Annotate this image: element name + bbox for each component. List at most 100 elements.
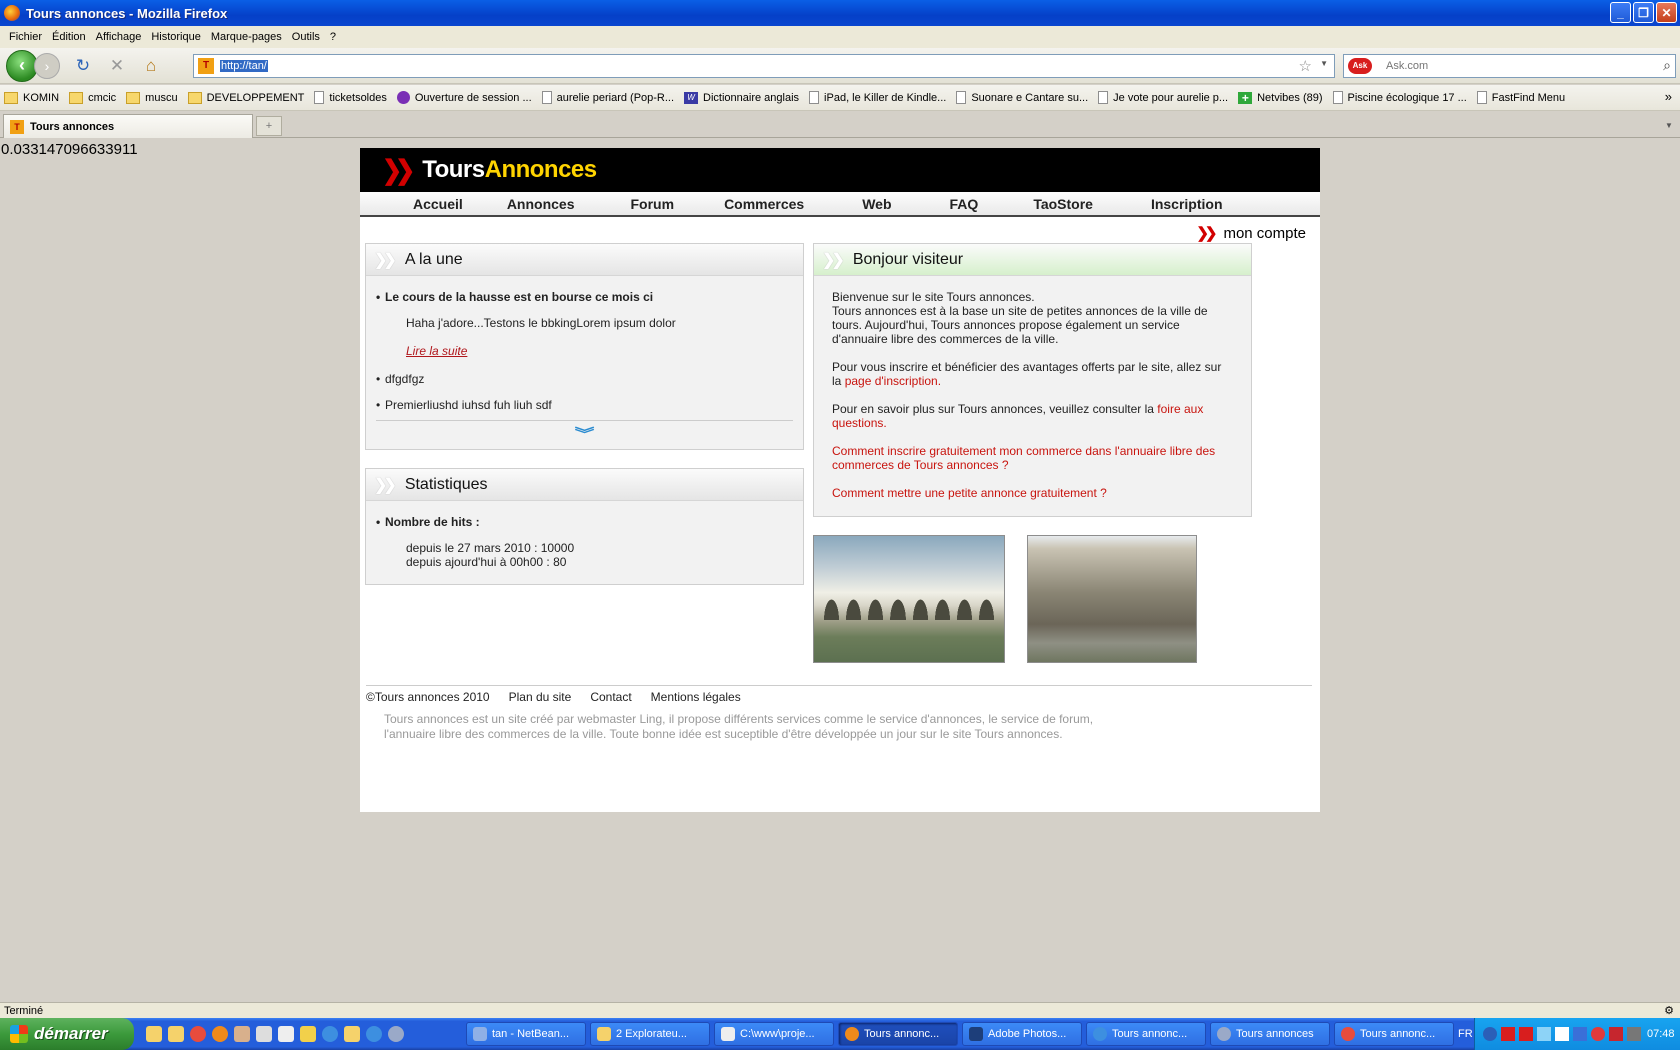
home-icon[interactable]: ⌂ [140, 55, 162, 77]
bookmark-item[interactable]: DEVELOPPEMENT [187, 91, 304, 104]
new-tab-button[interactable]: + [256, 116, 282, 136]
search-input[interactable] [1386, 60, 1656, 72]
bookmark-item[interactable]: KOMIN [4, 91, 59, 104]
bookmark-item[interactable]: cmcic [69, 91, 116, 104]
folder-icon[interactable] [168, 1026, 184, 1042]
post-ad-link[interactable]: Comment mettre une petite annonce gratui… [832, 486, 1107, 500]
app-icon[interactable] [256, 1026, 272, 1042]
taskbar-firefox[interactable]: Tours annonc... [838, 1022, 958, 1046]
ati-icon[interactable] [1501, 1027, 1515, 1041]
bookmark-item[interactable]: Ouverture de session ... [396, 91, 532, 104]
taskbar-notepad[interactable]: C:\www\proje... [714, 1022, 834, 1046]
language-indicator[interactable]: FR [1458, 1028, 1473, 1040]
nav-forum[interactable]: Forum [631, 196, 675, 212]
bookmark-item[interactable]: iPad, le Killer de Kindle... [809, 91, 946, 104]
site-favicon: T [10, 119, 24, 134]
folder-icon[interactable] [344, 1026, 360, 1042]
taskbar-ie[interactable]: Tours annonc... [1086, 1022, 1206, 1046]
expand-chevron-icon[interactable]: ︾ [293, 424, 877, 444]
firefox-icon[interactable] [212, 1026, 228, 1042]
ie-icon[interactable] [322, 1026, 338, 1042]
globe-icon[interactable] [388, 1026, 404, 1042]
page-viewport: 0.033147096633911 ❯❯ ToursAnnonces Accue… [0, 139, 1680, 1003]
bookmark-star-icon[interactable]: ☆ [1299, 57, 1312, 75]
url-bar[interactable]: T http://tan/ ☆ ▼ [193, 54, 1335, 78]
url-text[interactable]: http://tan/ [220, 60, 268, 72]
nav-inscription[interactable]: Inscription [1151, 196, 1223, 212]
taskbar-browser[interactable]: Tours annonces [1210, 1022, 1330, 1046]
register-page-link[interactable]: page d'inscription. [845, 374, 941, 388]
menu-outils[interactable]: Outils [292, 31, 320, 43]
stop-icon[interactable]: ✕ [106, 55, 128, 77]
addon-gear-icon[interactable]: ⚙ [1664, 1003, 1674, 1019]
close-button[interactable]: ✕ [1656, 2, 1677, 23]
url-dropdown-icon[interactable]: ▼ [1320, 59, 1328, 68]
reload-icon[interactable]: ↻ [72, 55, 94, 77]
menu-affichage[interactable]: Affichage [96, 31, 142, 43]
menu-edition[interactable]: Édition [52, 31, 86, 43]
user-icon[interactable] [234, 1026, 250, 1042]
adobe-icon[interactable] [1609, 1027, 1623, 1041]
maximize-button[interactable]: ❐ [1633, 2, 1654, 23]
nav-faq[interactable]: FAQ [950, 196, 979, 212]
security-icon[interactable] [1573, 1027, 1587, 1041]
app-icon[interactable] [300, 1026, 316, 1042]
menu-marque-pages[interactable]: Marque-pages [211, 31, 282, 43]
tab-tours-annonces[interactable]: T Tours annonces [3, 114, 253, 138]
taskbar-photoshop[interactable]: Adobe Photos... [962, 1022, 1082, 1046]
news-item[interactable]: dfgdfgz [376, 372, 793, 386]
ati-icon[interactable] [1519, 1027, 1533, 1041]
read-more-link[interactable]: Lire la suite [406, 344, 467, 358]
site-header: ❯❯ ToursAnnonces [360, 148, 1320, 192]
bookmark-item[interactable]: Piscine écologique 17 ... [1332, 91, 1467, 104]
site-logo[interactable]: ToursAnnonces [422, 156, 597, 184]
bookmark-item[interactable]: ticketsoldes [314, 91, 387, 104]
menu-fichier[interactable]: Fichier [9, 31, 42, 43]
network-icon[interactable] [1537, 1027, 1551, 1041]
globe-icon [1217, 1027, 1231, 1041]
yahoo-icon [396, 91, 410, 104]
bookmark-item[interactable]: Je vote pour aurelie p... [1098, 91, 1228, 104]
bookmark-item[interactable]: W Dictionnaire anglais [684, 91, 799, 104]
minimize-button[interactable]: _ [1610, 2, 1631, 23]
nav-taostore[interactable]: TaoStore [1033, 196, 1093, 212]
nav-annonces[interactable]: Annonces [507, 196, 575, 212]
account-link[interactable]: ❯❯ mon compte [1196, 224, 1306, 243]
bookmark-item[interactable]: + Netvibes (89) [1238, 91, 1323, 104]
antivirus-icon[interactable] [1591, 1027, 1605, 1041]
ask-engine-icon[interactable]: Ask [1348, 58, 1372, 74]
start-button[interactable]: démarrer [0, 1018, 134, 1050]
news-item[interactable]: Premierliushd iuhsd fuh liuh sdf [376, 398, 793, 412]
search-bar[interactable]: Ask ⌕ [1343, 54, 1676, 78]
footer-legal-link[interactable]: Mentions légales [651, 690, 741, 704]
forward-button[interactable]: › [34, 52, 60, 79]
bookmarks-overflow-icon[interactable]: » [1665, 89, 1672, 104]
shield-icon[interactable] [1555, 1027, 1569, 1041]
register-shop-link[interactable]: Comment inscrire gratuitement mon commer… [832, 444, 1215, 472]
volume-icon[interactable] [1627, 1027, 1641, 1041]
taskbar-explorer[interactable]: 2 Explorateu... [590, 1022, 710, 1046]
folder-icon[interactable] [146, 1026, 162, 1042]
search-icon[interactable]: ⌕ [1663, 57, 1671, 74]
bookmark-item[interactable]: Suonare e Cantare su... [956, 91, 1088, 104]
menu-help[interactable]: ? [330, 31, 336, 43]
notepad-icon[interactable] [278, 1026, 294, 1042]
bookmark-item[interactable]: aurelie periard (Pop-R... [541, 91, 674, 104]
tray-arrow-icon[interactable] [1483, 1027, 1497, 1041]
folder-icon [4, 91, 18, 104]
nav-commerces[interactable]: Commerces [724, 196, 804, 212]
nav-web[interactable]: Web [862, 196, 891, 212]
footer-contact-link[interactable]: Contact [590, 690, 631, 704]
taskbar-chrome[interactable]: Tours annonc... [1334, 1022, 1454, 1046]
menu-historique[interactable]: Historique [151, 31, 201, 43]
ie-icon [1093, 1027, 1107, 1041]
bookmark-item[interactable]: muscu [126, 91, 178, 104]
bookmark-item[interactable]: FastFind Menu [1476, 91, 1565, 104]
tab-list-icon[interactable]: ▼ [1660, 116, 1678, 136]
footer-sitemap-link[interactable]: Plan du site [509, 690, 572, 704]
chrome-icon[interactable] [190, 1026, 206, 1042]
news-panel: ❯❯ A la une Le cours de la hausse est en… [365, 243, 804, 450]
taskbar-netbeans[interactable]: tan - NetBean... [466, 1022, 586, 1046]
ie-icon[interactable] [366, 1026, 382, 1042]
nav-accueil[interactable]: Accueil [413, 196, 463, 212]
